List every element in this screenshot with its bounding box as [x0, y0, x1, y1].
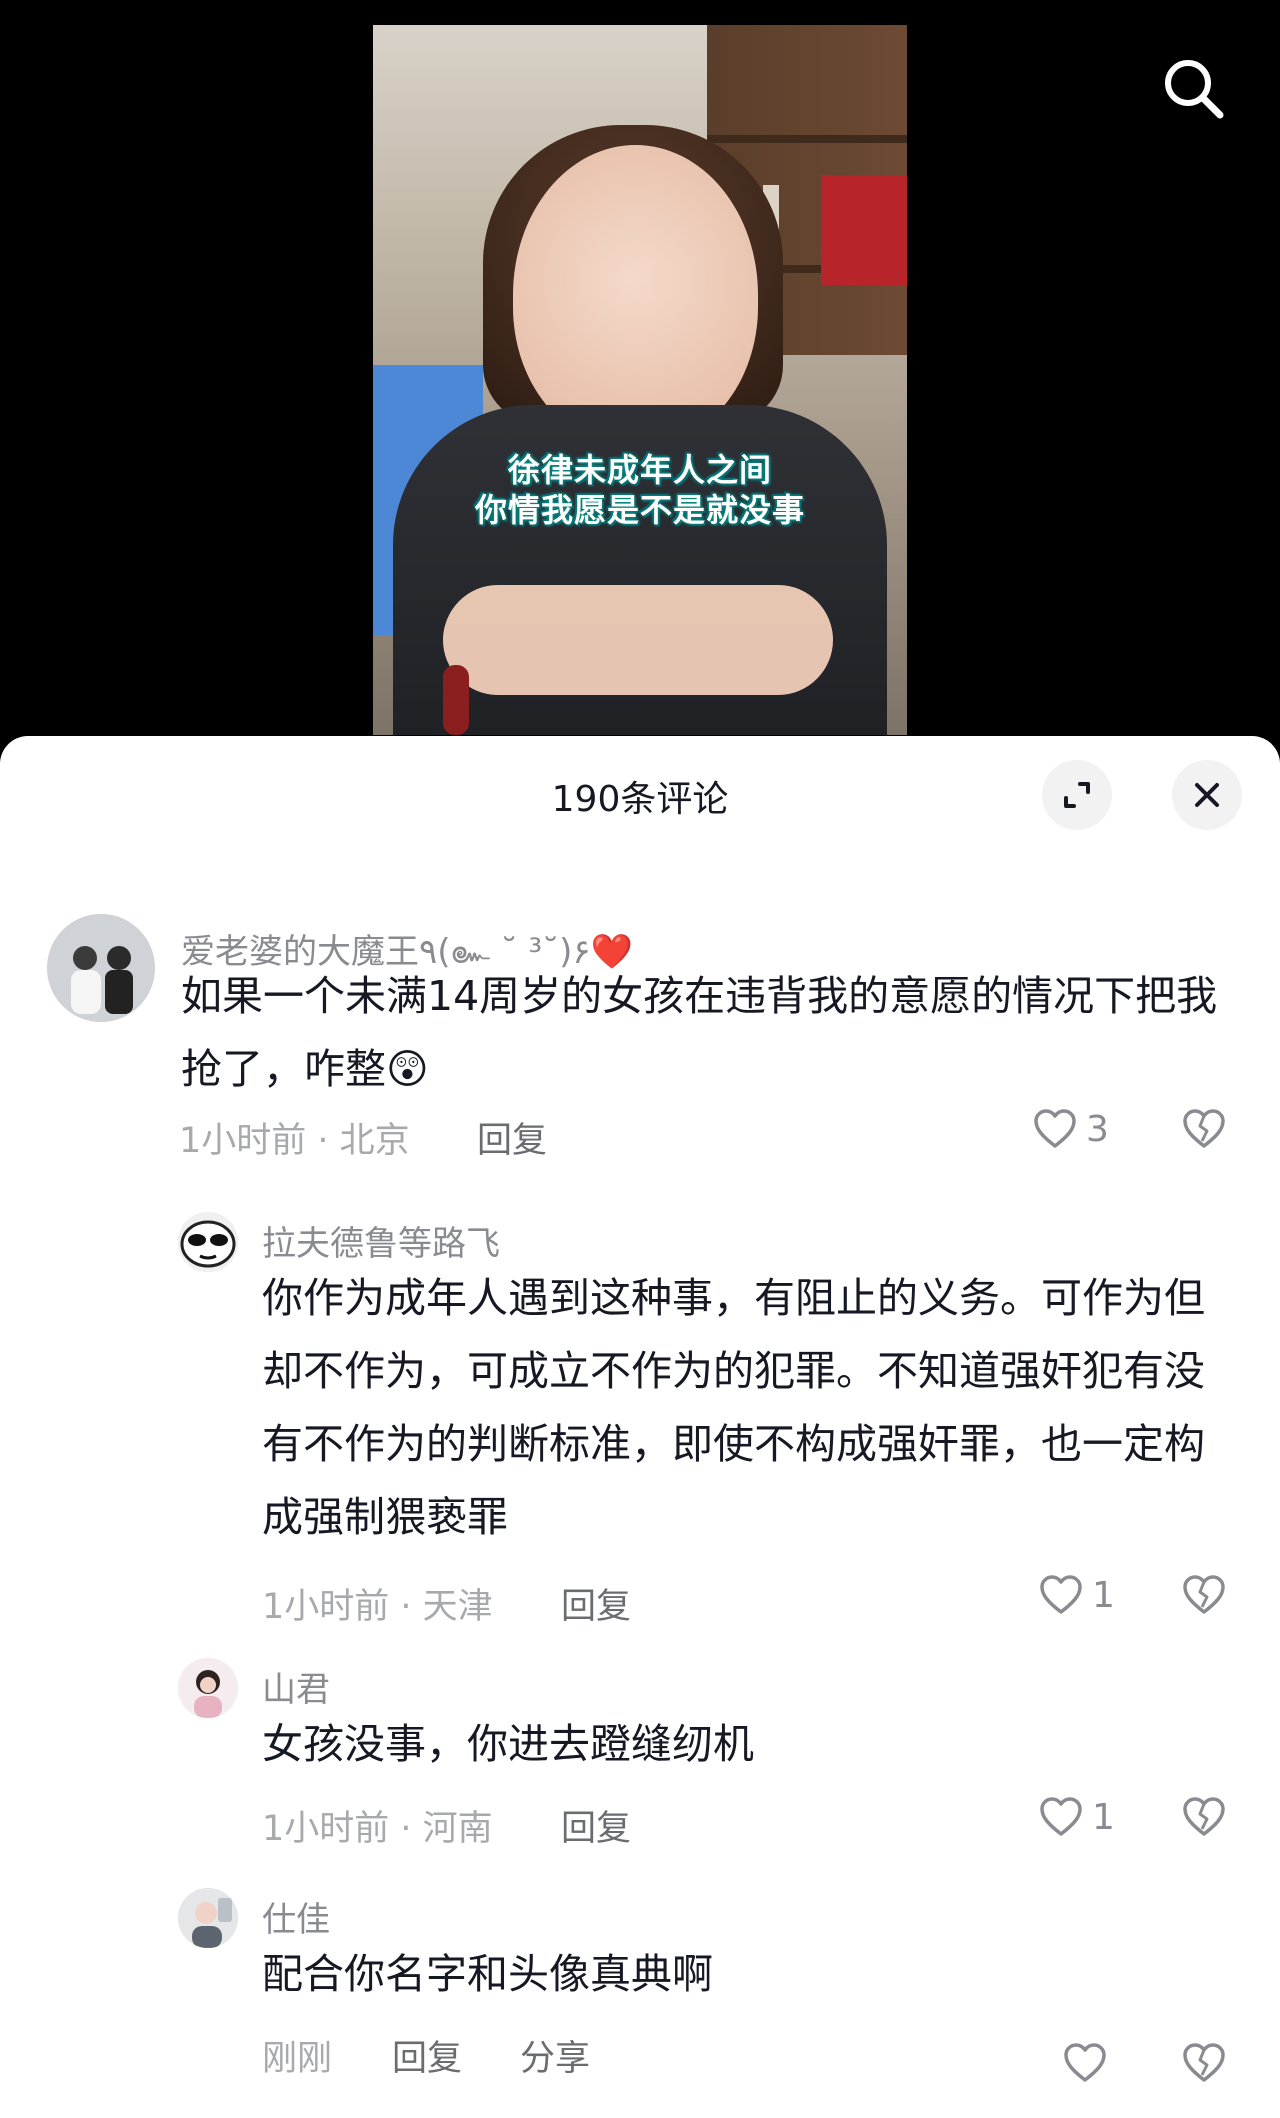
like-count: 1	[1092, 1574, 1115, 1616]
share-button[interactable]: 分享	[520, 2030, 590, 2081]
close-icon	[1195, 783, 1219, 807]
broken-heart-icon	[1183, 1109, 1225, 1148]
bracelet	[443, 665, 469, 735]
comment-meta: 1小时前 · 天津	[262, 1587, 493, 1627]
comment-meta: 刚刚	[262, 2039, 333, 2079]
face	[513, 145, 758, 445]
shelf-divider	[707, 135, 907, 143]
dislike-button[interactable]	[1181, 2042, 1227, 2088]
comment-text: 如果一个未满14周岁的女孩在违背我的意愿的情况下把我抢了，咋整😲	[181, 972, 1218, 1093]
dislike-button[interactable]	[1181, 1108, 1227, 1154]
like-count: 3	[1086, 1108, 1109, 1150]
comment-meta: 1小时前 · 北京	[179, 1121, 410, 1161]
reply-button[interactable]: 回复	[561, 1578, 631, 1629]
broken-heart-icon	[1183, 2043, 1225, 2082]
video-frame[interactable]: 徐律未成年人之间 你情我愿是不是就没事	[373, 25, 907, 735]
avatar[interactable]	[178, 1658, 238, 1718]
comment-text: 女孩没事，你进去蹬缝纫机	[262, 1720, 754, 1768]
dislike-button[interactable]	[1181, 1796, 1227, 1842]
heart-icon	[1034, 1109, 1076, 1148]
like-button[interactable]: 3	[1032, 1108, 1109, 1150]
comment-item: 山君 女孩没事，你进去蹬缝纫机 1小时前 · 河南 回复 1	[0, 1654, 1280, 1854]
avatar[interactable]	[178, 1888, 238, 1948]
reply-button[interactable]: 回复	[392, 2030, 462, 2081]
comment-text: 你作为成年人遇到这种事，有阻止的义务。可作为但却不作为，可成立不作为的犯罪。不知…	[262, 1274, 1205, 1541]
like-button[interactable]: 1	[1038, 1796, 1115, 1838]
expand-button[interactable]	[1042, 760, 1112, 830]
reply-button[interactable]: 回复	[477, 1112, 547, 1163]
expand-icon	[1064, 782, 1090, 808]
comment-username[interactable]: 拉夫德鲁等路飞	[262, 1216, 500, 1265]
comment-username[interactable]: 山君	[262, 1662, 330, 1711]
comment-text: 配合你名字和头像真典啊	[262, 1950, 713, 1998]
dislike-button[interactable]	[1181, 1574, 1227, 1620]
video-caption-line2: 你情我愿是不是就没事	[474, 491, 805, 529]
comment-meta: 1小时前 · 河南	[262, 1809, 493, 1849]
reply-button[interactable]: 回复	[561, 1800, 631, 1851]
like-button[interactable]: 1	[1038, 1574, 1115, 1616]
heart-icon	[1064, 2043, 1106, 2082]
comments-sheet: 190条评论 爱老婆的大魔王٩(๛ ˘ ³˘)۶❤️ 如果一个未满14周岁的女孩…	[0, 736, 1280, 2118]
avatar[interactable]	[47, 914, 155, 1022]
broken-heart-icon	[1183, 1575, 1225, 1614]
like-count: 1	[1092, 1796, 1115, 1838]
comment-item: 仕佳 配合你名字和头像真典啊 刚刚 回复 分享	[0, 1884, 1280, 2104]
close-button[interactable]	[1172, 760, 1242, 830]
heart-icon	[1040, 1797, 1082, 1836]
comment-item: 爱老婆的大魔王٩(๛ ˘ ³˘)۶❤️ 如果一个未满14周岁的女孩在违背我的意愿…	[0, 914, 1280, 1161]
avatar[interactable]	[178, 1212, 238, 1272]
video-player[interactable]: 徐律未成年人之间 你情我愿是不是就没事	[0, 0, 1280, 740]
like-button[interactable]	[1062, 2042, 1116, 2084]
comment-username[interactable]: 仕佳	[262, 1892, 330, 1941]
heart-icon	[1040, 1575, 1082, 1614]
broken-heart-icon	[1183, 1797, 1225, 1836]
search-icon[interactable]	[1160, 55, 1226, 121]
comment-item: 拉夫德鲁等路飞 你作为成年人遇到这种事，有阻止的义务。可作为但却不作为，可成立不…	[0, 1208, 1280, 1628]
red-box	[821, 175, 907, 285]
arms	[443, 585, 833, 695]
